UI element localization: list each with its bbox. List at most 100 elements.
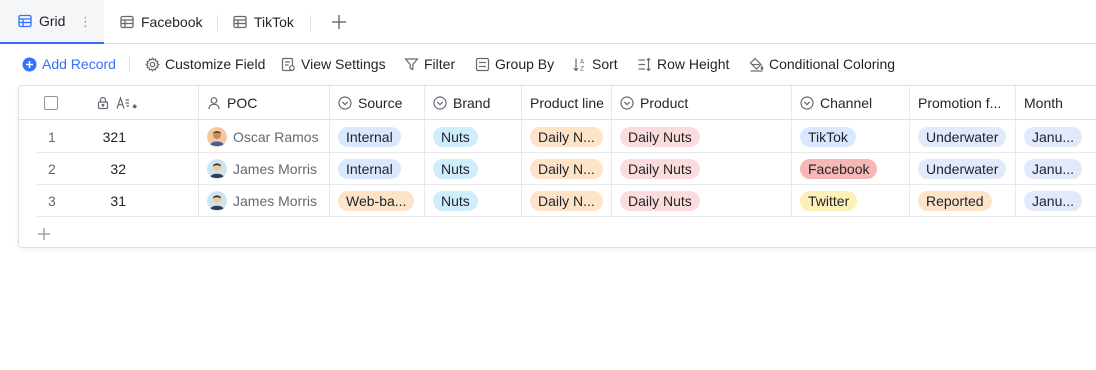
select-all-checkbox[interactable] bbox=[44, 95, 58, 110]
avatar bbox=[207, 127, 227, 147]
month-cell[interactable]: Janu... bbox=[1016, 121, 1096, 153]
product-cell[interactable]: Daily Nuts bbox=[612, 185, 792, 217]
row-height-icon bbox=[638, 57, 651, 71]
filter-label: Filter bbox=[424, 56, 456, 72]
svg-text:A: A bbox=[580, 58, 585, 65]
lock-icon bbox=[97, 96, 109, 109]
customize-field-button[interactable]: Customize Field bbox=[145, 50, 265, 78]
column-header-poc[interactable]: POC bbox=[199, 86, 330, 119]
option-tag: Daily N... bbox=[530, 191, 603, 211]
option-tag: Internal bbox=[338, 159, 401, 179]
option-tag: Janu... bbox=[1024, 159, 1083, 179]
channel-cell[interactable]: Facebook bbox=[792, 153, 910, 185]
number-cell[interactable]: 31 bbox=[84, 185, 199, 217]
month-cell[interactable]: Janu... bbox=[1016, 153, 1096, 185]
column-header-label: Product line bbox=[530, 94, 604, 111]
tab-facebook[interactable]: Facebook bbox=[120, 0, 202, 44]
poc-cell[interactable]: James Morris bbox=[199, 153, 330, 185]
column-header-product-line[interactable]: Product line bbox=[522, 86, 612, 119]
column-header-label: Source bbox=[358, 94, 403, 111]
row-height-label: Row Height bbox=[657, 56, 730, 72]
avatar bbox=[207, 191, 227, 211]
brand-cell[interactable]: Nuts bbox=[425, 185, 522, 217]
option-tag: Janu... bbox=[1024, 127, 1083, 147]
sort-icon: AZ bbox=[573, 58, 585, 72]
person-chip: James Morris bbox=[207, 191, 317, 211]
conditional-coloring-button[interactable]: Conditional Coloring bbox=[749, 50, 895, 78]
brand-cell[interactable]: Nuts bbox=[425, 121, 522, 153]
view-settings-button[interactable]: View Settings bbox=[281, 50, 386, 78]
promotion-cell[interactable]: Underwater bbox=[910, 153, 1016, 185]
paint-bucket-icon bbox=[749, 57, 764, 72]
add-row-icon[interactable] bbox=[36, 226, 52, 242]
row-height-button[interactable]: Row Height bbox=[637, 50, 729, 78]
poc-cell[interactable]: Oscar Ramos bbox=[199, 121, 330, 153]
option-tag: Daily N... bbox=[530, 127, 603, 147]
number-cell[interactable]: 32 bbox=[84, 153, 199, 185]
group-by-button[interactable]: Group By bbox=[475, 50, 554, 78]
column-header-month[interactable]: Month bbox=[1016, 86, 1096, 119]
table-row[interactable]: 2 32 James Morris Internal Nuts Daily N.… bbox=[19, 153, 1096, 185]
add-circle-icon bbox=[22, 57, 37, 71]
tab-divider bbox=[310, 15, 311, 31]
number-value: 321 bbox=[102, 129, 126, 145]
add-record-label: Add Record bbox=[42, 56, 116, 72]
channel-cell[interactable]: Twitter bbox=[792, 185, 910, 217]
column-header-brand[interactable]: Brand bbox=[425, 86, 522, 119]
sort-label: Sort bbox=[592, 56, 618, 72]
column-header-channel[interactable]: Channel bbox=[792, 86, 910, 119]
column-header-label: Channel bbox=[820, 94, 873, 111]
product-cell[interactable]: Daily Nuts bbox=[612, 153, 792, 185]
grid-icon bbox=[233, 15, 247, 29]
column-header-promotion[interactable]: Promotion f... bbox=[910, 86, 1016, 119]
table-row[interactable]: 3 31 James Morris Web-ba... Nuts Daily N… bbox=[19, 185, 1096, 217]
person-icon bbox=[208, 96, 220, 109]
product-line-cell[interactable]: Daily N... bbox=[522, 185, 612, 217]
column-header-source[interactable]: Source bbox=[330, 86, 425, 119]
source-cell[interactable]: Internal bbox=[330, 121, 425, 153]
add-view-icon[interactable] bbox=[328, 11, 350, 33]
product-cell[interactable]: Daily Nuts bbox=[612, 121, 792, 153]
row-divider bbox=[37, 216, 1096, 217]
tab-more-icon[interactable]: ⋮ bbox=[79, 15, 92, 29]
filter-button[interactable]: Filter bbox=[404, 50, 455, 78]
table-row[interactable]: 1 321 Oscar Ramos Internal Nuts Daily N.… bbox=[19, 121, 1096, 153]
option-tag: Daily Nuts bbox=[620, 159, 700, 179]
source-cell[interactable]: Web-ba... bbox=[330, 185, 425, 217]
tab-tiktok[interactable]: TikTok bbox=[233, 0, 294, 44]
product-line-cell[interactable]: Daily N... bbox=[522, 121, 612, 153]
option-tag: Facebook bbox=[800, 159, 878, 179]
option-tag: Underwater bbox=[918, 127, 1007, 147]
customize-field-label: Customize Field bbox=[165, 56, 266, 72]
number-cell[interactable]: 321 bbox=[84, 121, 199, 153]
brand-cell[interactable]: Nuts bbox=[425, 153, 522, 185]
option-tag: Nuts bbox=[433, 159, 478, 179]
option-tag: Daily Nuts bbox=[620, 127, 700, 147]
month-cell[interactable]: Janu... bbox=[1016, 185, 1096, 217]
option-tag: Underwater bbox=[918, 159, 1007, 179]
source-cell[interactable]: Internal bbox=[330, 153, 425, 185]
sort-button[interactable]: AZ Sort bbox=[572, 50, 618, 78]
primary-field-header[interactable]: ● bbox=[84, 86, 199, 119]
poc-cell[interactable]: James Morris bbox=[199, 185, 330, 217]
view-toolbar: Add Record Customize Field View Settings… bbox=[0, 50, 1096, 78]
promotion-cell[interactable]: Reported bbox=[910, 185, 1016, 217]
view-tab-bar: Grid ⋮ Facebook TikTok bbox=[0, 0, 1096, 44]
option-tag: Janu... bbox=[1024, 191, 1083, 211]
option-tag: Daily N... bbox=[530, 159, 603, 179]
column-header-label: Promotion f... bbox=[918, 94, 1002, 111]
column-header-label: Brand bbox=[453, 94, 491, 111]
option-tag: Nuts bbox=[433, 191, 478, 211]
channel-cell[interactable]: TikTok bbox=[792, 121, 910, 153]
product-line-cell[interactable]: Daily N... bbox=[522, 153, 612, 185]
filter-icon bbox=[404, 57, 419, 70]
person-name: James Morris bbox=[233, 193, 318, 209]
grid-icon bbox=[18, 14, 32, 28]
column-header-product[interactable]: Product bbox=[612, 86, 792, 119]
tab-grid[interactable]: Grid ⋮ bbox=[0, 0, 104, 44]
add-record-button[interactable]: Add Record bbox=[22, 50, 116, 78]
conditional-coloring-label: Conditional Coloring bbox=[769, 56, 896, 72]
tab-label: Facebook bbox=[141, 14, 203, 30]
promotion-cell[interactable]: Underwater bbox=[910, 121, 1016, 153]
view-settings-icon bbox=[281, 57, 295, 71]
